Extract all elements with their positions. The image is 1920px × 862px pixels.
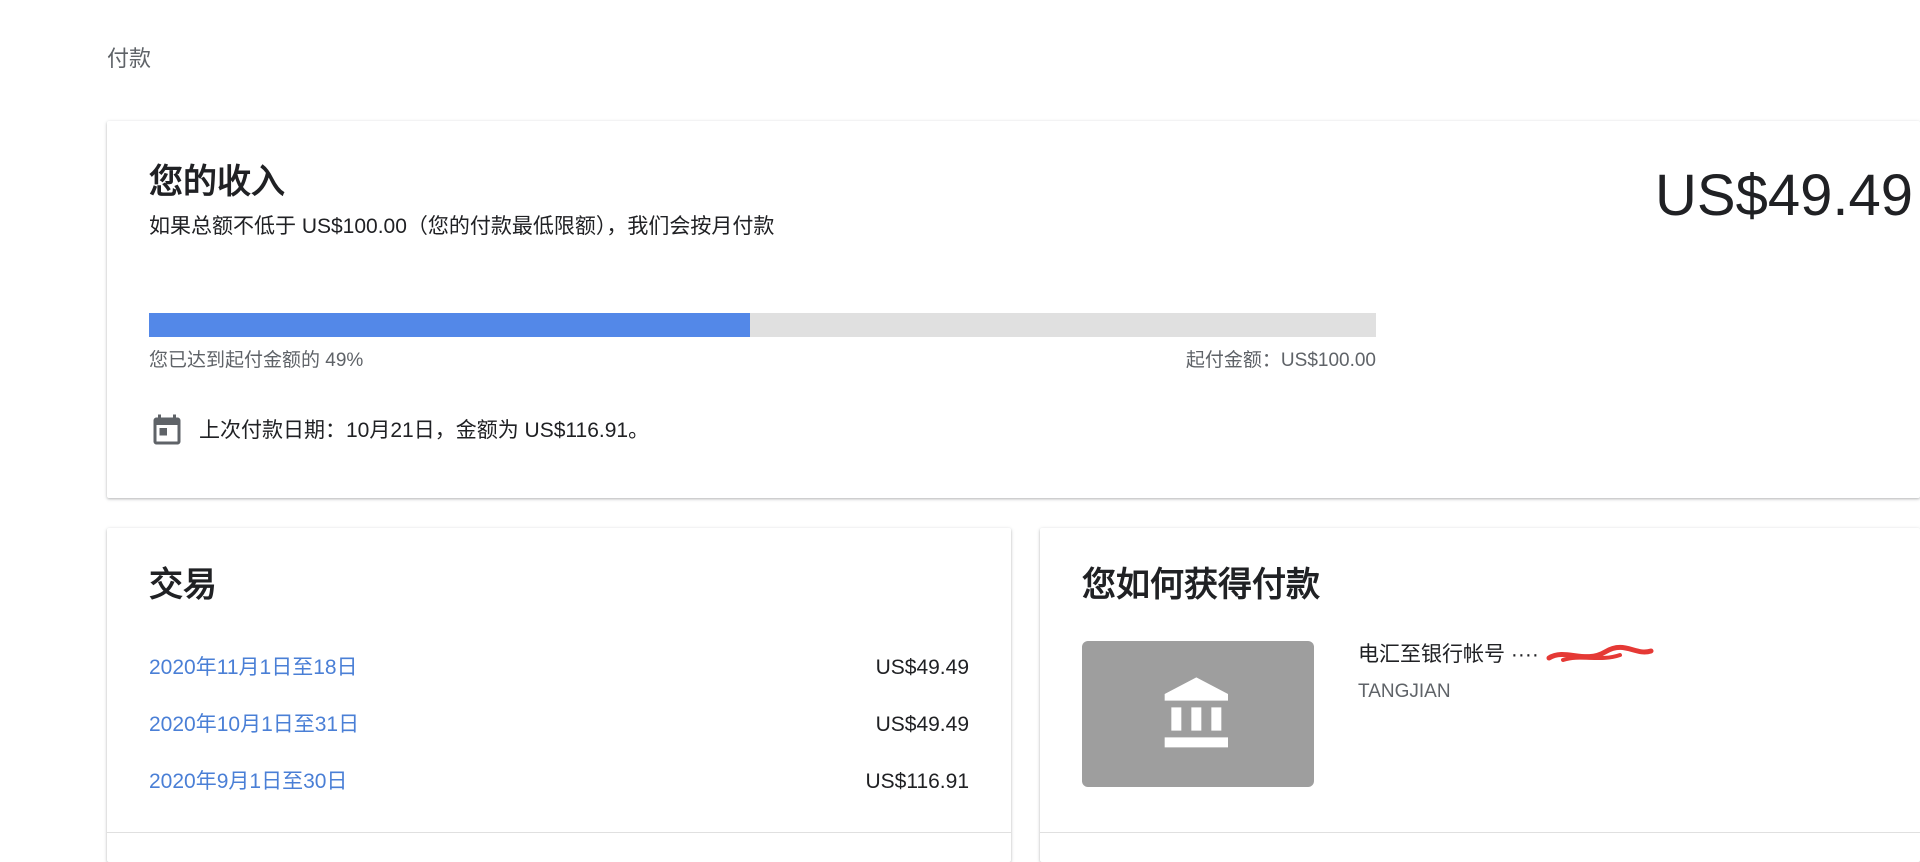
payment-threshold-label: 起付金额：US$100.00 [1185, 350, 1376, 371]
progress-percent-label: 您已达到起付金额的 49% [149, 350, 364, 371]
payment-threshold-progress-bar [149, 313, 1376, 337]
transaction-amount: US$49.49 [875, 656, 969, 679]
transaction-period-link[interactable]: 2020年9月1日至30日 [149, 767, 347, 797]
card-divider [107, 832, 1011, 833]
earnings-balance: US$49.49 [1655, 163, 1913, 228]
transactions-title: 交易 [149, 566, 217, 604]
calendar-icon [153, 414, 181, 445]
transaction-period-link[interactable]: 2020年11月1日至18日 [149, 653, 358, 683]
progress-bar-fill [149, 313, 751, 337]
last-payment-text: 上次付款日期：10月21日，金额为 US$116.91。 [199, 419, 650, 442]
bank-account-label: 电汇至银行帐号 ···· [1358, 640, 1655, 670]
earnings-subtitle: 如果总额不低于 US$100.00（您的付款最低限额），我们会按月付款 [149, 215, 775, 238]
how-you-get-paid-card: 您如何获得付款 电汇至银行帐号 ···· TANGJIAN [1040, 528, 1920, 862]
page-title: 付款 [107, 46, 152, 71]
bank-account-text: 电汇至银行帐号 ···· [1358, 643, 1539, 666]
last-payment-info: 上次付款日期：10月21日，金额为 US$116.91。 [149, 413, 649, 449]
how-you-get-paid-title: 您如何获得付款 [1082, 566, 1320, 604]
card-divider [1040, 832, 1920, 833]
transaction-amount: US$116.91 [865, 770, 969, 793]
account-holder-name: TANGJIAN [1358, 681, 1451, 702]
bank-tile [1082, 641, 1314, 787]
transaction-row: 2020年10月1日至31日 US$49.49 [149, 710, 969, 740]
bank-icon [1164, 677, 1228, 748]
transactions-card: 交易 2020年11月1日至18日 US$49.49 2020年10月1日至31… [107, 528, 1011, 862]
transaction-amount: US$49.49 [875, 713, 969, 736]
transaction-period-link[interactable]: 2020年10月1日至31日 [149, 710, 359, 740]
redaction-scribble [1546, 644, 1654, 662]
transaction-row: 2020年11月1日至18日 US$49.49 [149, 653, 969, 683]
transaction-row: 2020年9月1日至30日 US$116.91 [149, 767, 969, 797]
earnings-card: 您的收入 如果总额不低于 US$100.00（您的付款最低限额），我们会按月付款… [107, 121, 1920, 498]
earnings-heading: 您的收入 [149, 163, 285, 201]
